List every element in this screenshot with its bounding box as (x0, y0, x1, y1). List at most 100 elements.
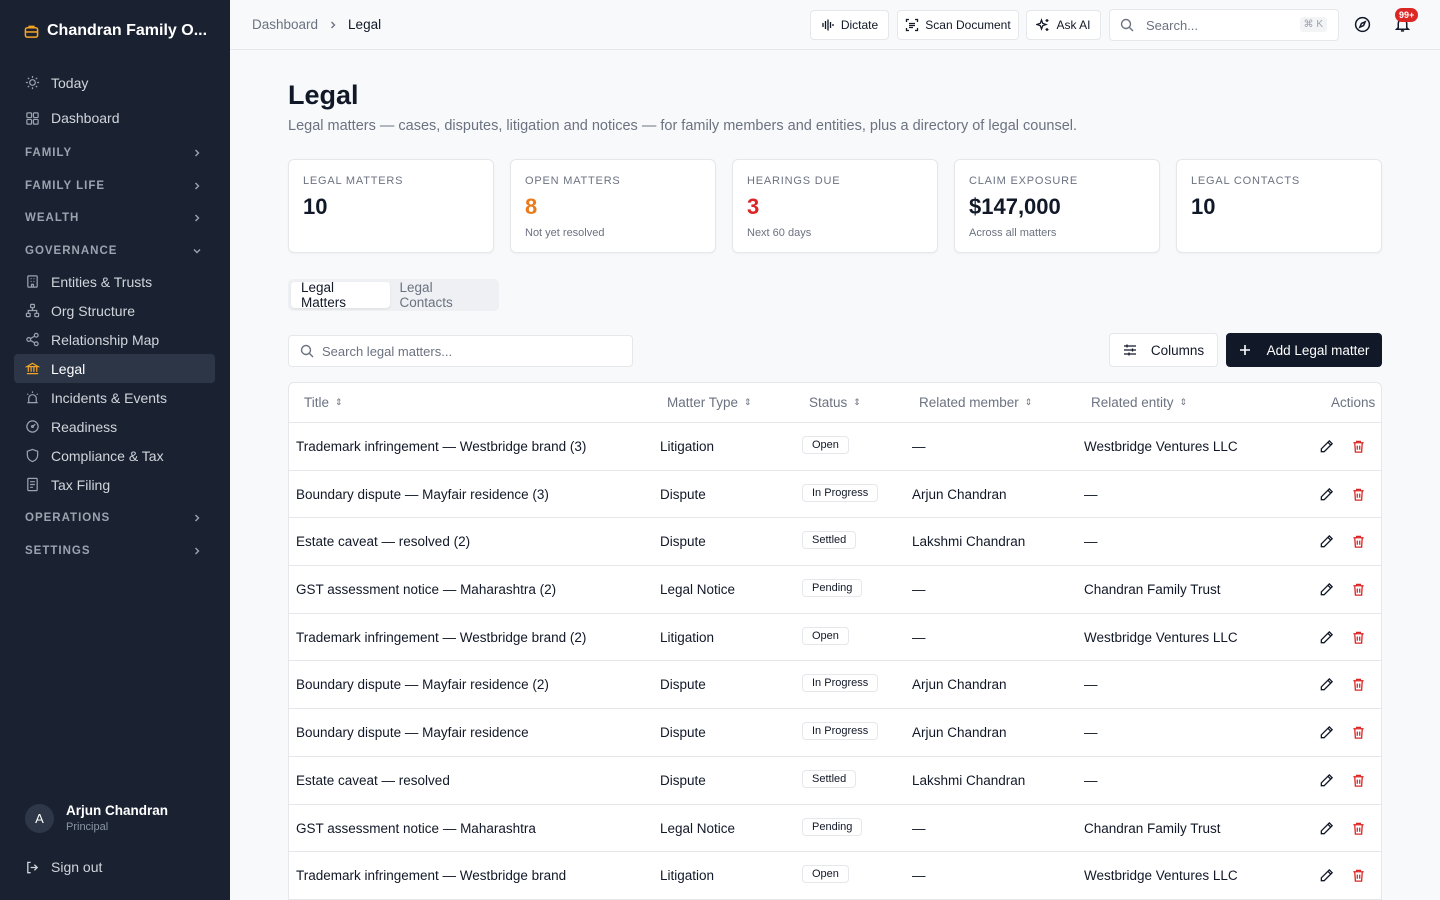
table-row[interactable]: Estate caveat — resolved Dispute Settled… (289, 757, 1381, 805)
section-governance[interactable]: GOVERNANCE (14, 235, 215, 268)
section-family-life[interactable]: FAMILY LIFE (14, 170, 215, 203)
column-header-matter-type[interactable]: Matter Type ⇕ (667, 395, 752, 410)
shortcut-hint: ⌘ K (1299, 17, 1327, 32)
cell-matter-type: Dispute (660, 725, 706, 741)
table-row[interactable]: Estate caveat — resolved (2) Dispute Set… (289, 518, 1381, 567)
trash-icon[interactable] (1351, 534, 1366, 549)
table-row[interactable]: Trademark infringement — Westbridge bran… (289, 423, 1381, 471)
trash-icon[interactable] (1351, 582, 1366, 597)
edit-icon[interactable] (1319, 868, 1334, 883)
columns-button[interactable]: Columns (1109, 333, 1218, 367)
column-header-actions: Actions (1331, 395, 1376, 410)
sidebar-item-dashboard[interactable]: Dashboard (14, 99, 215, 137)
sidebar-item-label: Compliance & Tax (51, 447, 164, 464)
tab-legal-matters[interactable]: Legal Matters (291, 280, 390, 310)
cell-title: Boundary dispute — Mayfair residence (296, 725, 529, 741)
avatar: A (25, 803, 54, 833)
sidebar-item-incidents-events[interactable]: Incidents & Events (14, 383, 215, 412)
cell-related-member: — (912, 582, 926, 598)
grid-icon (26, 111, 39, 125)
sidebar-item-compliance-tax[interactable]: Compliance & Tax (14, 441, 215, 470)
table-row[interactable]: Trademark infringement — Westbridge bran… (289, 852, 1381, 900)
chevron-right-icon (195, 547, 200, 555)
sidebar-item-entities-trusts[interactable]: Entities & Trusts (14, 267, 215, 296)
table-row[interactable]: Trademark infringement — Westbridge bran… (289, 614, 1381, 662)
trash-icon[interactable] (1351, 725, 1366, 740)
sidebar: Chandran Family O... Today Dashboard FAM… (0, 0, 230, 900)
breadcrumb-dashboard[interactable]: Dashboard (252, 17, 318, 32)
status-badge: Open (802, 626, 849, 645)
edit-icon[interactable] (1319, 439, 1334, 454)
status-badge: Settled (802, 769, 857, 788)
sidebar-item-legal[interactable]: Legal (14, 354, 215, 383)
edit-icon[interactable] (1319, 821, 1334, 836)
status-badge: Open (802, 436, 849, 454)
tab-legal-contacts[interactable]: Legal Contacts (390, 280, 496, 310)
brand[interactable]: Chandran Family O... (24, 22, 207, 40)
search-placeholder: Search legal matters... (322, 343, 453, 359)
edit-icon[interactable] (1319, 725, 1334, 740)
column-header-title[interactable]: Title ⇕ (304, 395, 343, 410)
edit-icon[interactable] (1319, 630, 1334, 645)
column-header-related-member[interactable]: Related member ⇕ (919, 395, 1032, 410)
sidebar-item-org-structure[interactable]: Org Structure (14, 296, 215, 325)
add-legal-matter-button[interactable]: Add Legal matter (1226, 333, 1382, 367)
stat-value: 10 (303, 194, 328, 219)
scan-document-button[interactable]: Scan Document (897, 10, 1019, 40)
sidebar-item-relationship-map[interactable]: Relationship Map (14, 325, 215, 354)
trash-icon[interactable] (1351, 487, 1366, 502)
table-row[interactable]: Boundary dispute — Mayfair residence Dis… (289, 709, 1381, 757)
sidebar-item-readiness[interactable]: Readiness (14, 412, 215, 441)
trash-icon[interactable] (1351, 630, 1366, 645)
global-search-input[interactable]: Search... ⌘ K (1109, 9, 1339, 41)
section-operations[interactable]: OPERATIONS (14, 502, 215, 535)
table-row[interactable]: Boundary dispute — Mayfair residence (2)… (289, 661, 1381, 710)
cell-related-member: — (912, 629, 926, 645)
cell-matter-type: Litigation (660, 439, 715, 454)
cell-title: GST assessment notice — Maharashtra (296, 820, 536, 836)
cell-title: Boundary dispute — Mayfair residence (3) (296, 486, 549, 502)
table-row[interactable]: GST assessment notice — Maharashtra Lega… (289, 805, 1381, 853)
section-wealth[interactable]: WEALTH (14, 202, 215, 235)
trash-icon[interactable] (1351, 677, 1366, 692)
edit-icon[interactable] (1319, 773, 1334, 788)
trash-icon[interactable] (1351, 868, 1366, 883)
sign-out-button[interactable]: Sign out (25, 859, 102, 875)
edit-icon[interactable] (1319, 677, 1334, 692)
compass-icon[interactable] (1354, 16, 1371, 33)
shield-icon (26, 448, 39, 463)
bank-icon (25, 362, 40, 375)
user-profile[interactable]: A Arjun Chandran Principal (25, 803, 168, 833)
stat-value: 8 (525, 194, 538, 219)
trash-icon[interactable] (1351, 821, 1366, 836)
sort-icon: ⇕ (1024, 397, 1033, 407)
sliders-icon (1123, 344, 1136, 356)
edit-icon[interactable] (1319, 534, 1334, 549)
stat-card-open-matters: OPEN MATTERS 8 Not yet resolved (510, 159, 716, 253)
table-row[interactable]: GST assessment notice — Maharashtra (2) … (289, 566, 1381, 614)
edit-icon[interactable] (1319, 582, 1334, 597)
sidebar-nav: Today Dashboard FAMILY FAMILY LIFE WEALT… (14, 66, 215, 567)
legal-matters-table: Title ⇕ Matter Type ⇕ Status ⇕ Related memb… (288, 382, 1382, 900)
cell-title: Trademark infringement — Westbridge bran… (296, 868, 567, 884)
cell-related-entity: — (1084, 725, 1098, 741)
status-badge: In Progress (802, 483, 879, 502)
matters-search-input[interactable]: Search legal matters... (288, 335, 633, 367)
edit-icon[interactable] (1319, 487, 1334, 502)
column-header-status[interactable]: Status ⇕ (809, 395, 861, 410)
cell-related-entity: — (1084, 772, 1098, 788)
trash-icon[interactable] (1351, 773, 1366, 788)
section-settings[interactable]: SETTINGS (14, 535, 215, 568)
sidebar-item-tax-filing[interactable]: Tax Filing (14, 470, 215, 499)
chevron-down-icon (193, 248, 201, 254)
cell-title: Trademark infringement — Westbridge bran… (296, 439, 587, 454)
sidebar-item-today[interactable]: Today (14, 66, 215, 99)
trash-icon[interactable] (1351, 439, 1366, 454)
column-header-related-entity[interactable]: Related entity ⇕ (1091, 395, 1187, 410)
cell-related-entity: — (1084, 677, 1098, 693)
section-family[interactable]: FAMILY (14, 137, 215, 170)
brand-name: Chandran Family O... (47, 22, 208, 39)
table-row[interactable]: Boundary dispute — Mayfair residence (3)… (289, 471, 1381, 519)
dictate-button[interactable]: Dictate (810, 10, 889, 40)
ask-ai-button[interactable]: Ask AI (1026, 10, 1101, 40)
